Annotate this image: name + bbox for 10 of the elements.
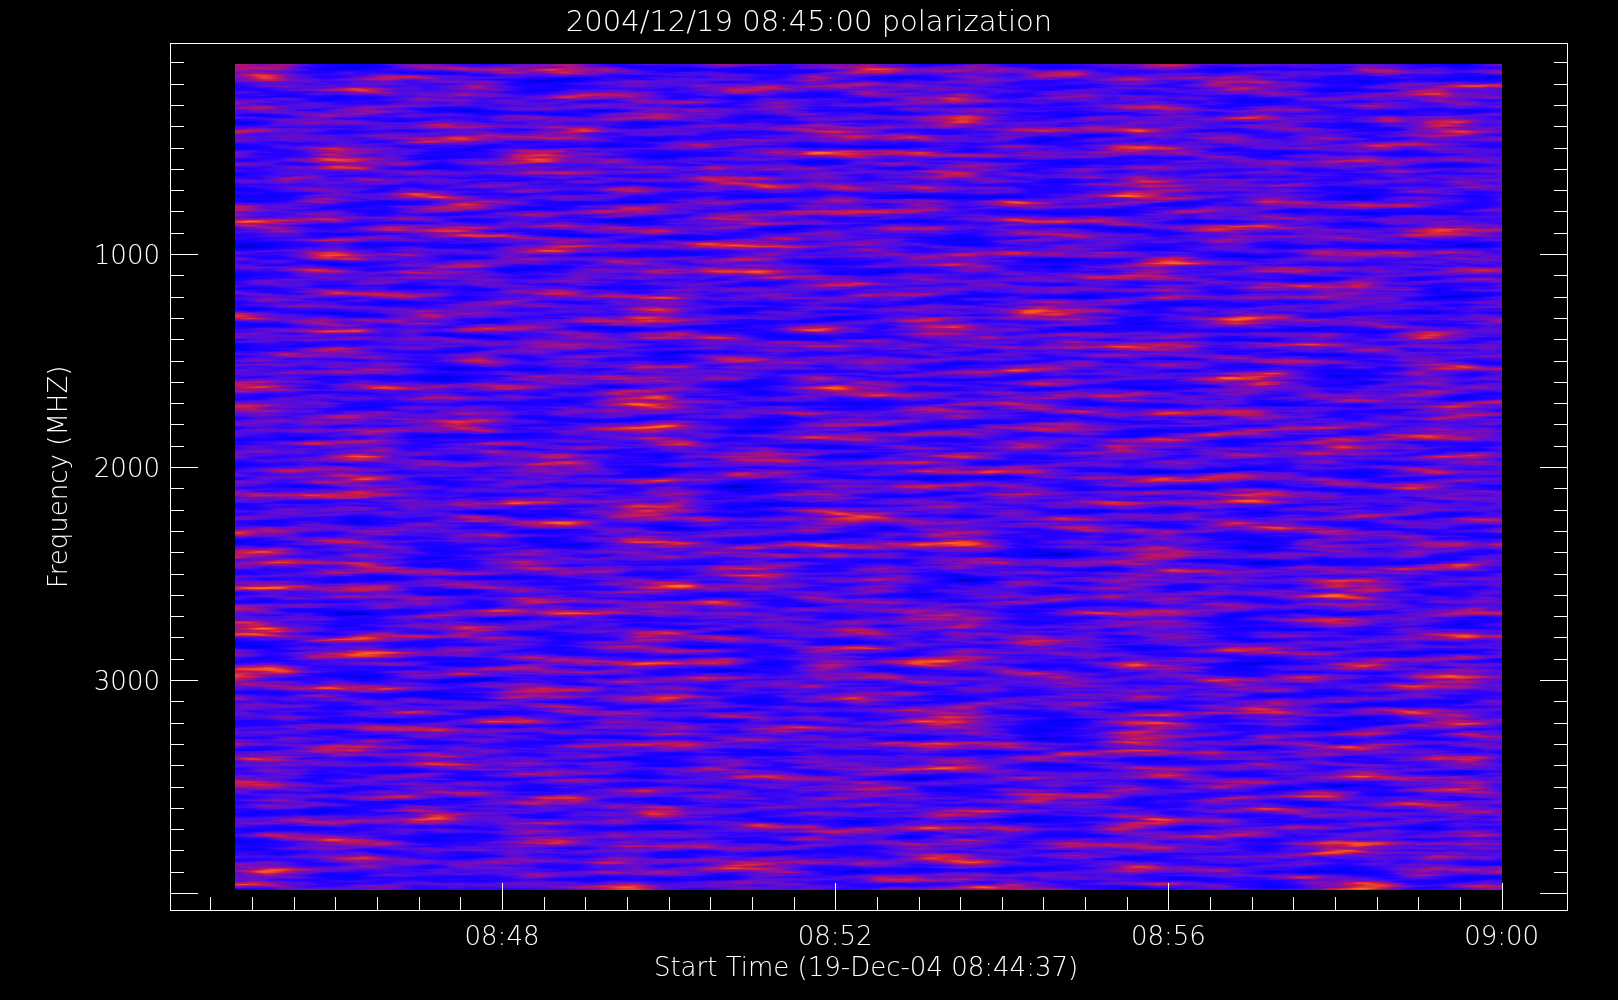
y-tick-label: 1000 bbox=[93, 240, 160, 270]
x-tick-label: 08:52 bbox=[797, 921, 873, 951]
y-axis-label: Frequency (MHZ) bbox=[43, 365, 73, 589]
chart-title: 2004/12/19 08:45:00 polarization bbox=[565, 4, 1053, 38]
x-tick-label: 09:00 bbox=[1464, 921, 1540, 951]
x-tick-label: 08:48 bbox=[464, 921, 540, 951]
y-tick-label: 3000 bbox=[93, 666, 160, 696]
x-axis-label: Start Time (19-Dec-04 08:44:37) bbox=[653, 952, 1079, 982]
y-tick-label: 2000 bbox=[93, 453, 160, 483]
x-tick-label: 08:56 bbox=[1130, 921, 1206, 951]
